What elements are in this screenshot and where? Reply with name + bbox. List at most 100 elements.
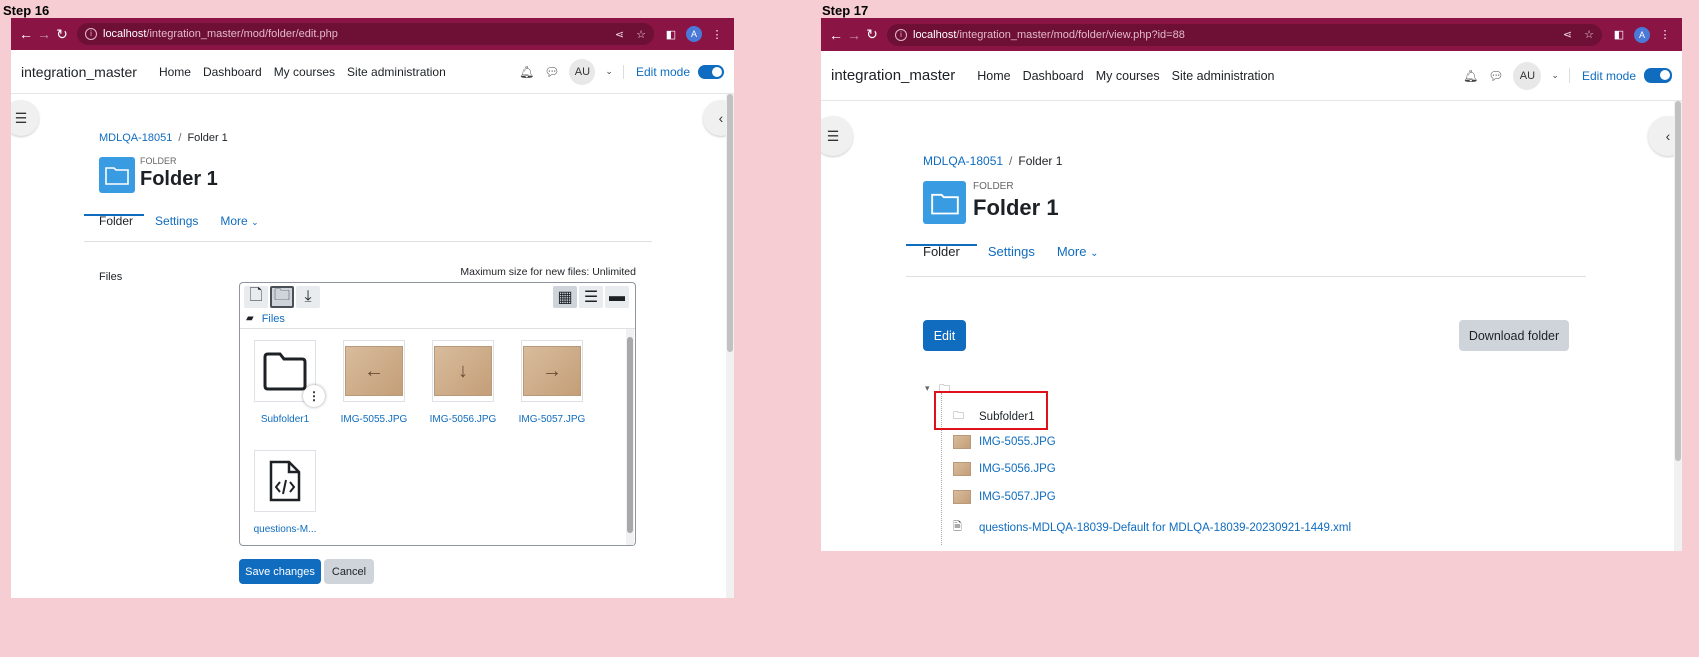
image-thumbnail: ←: [343, 340, 405, 402]
site-info-icon[interactable]: i: [895, 28, 907, 41]
nav-home[interactable]: Home: [977, 69, 1010, 83]
step-label: Step 16: [3, 3, 50, 18]
files-label: Files: [99, 271, 123, 283]
star-icon[interactable]: ☆: [636, 28, 646, 41]
file-item-image[interactable]: ← IMG-5055.JPG: [334, 340, 414, 425]
file-item-xml[interactable]: questions-M...: [245, 450, 325, 535]
tree-item-image[interactable]: IMG-5057.JPG: [953, 490, 1056, 504]
nav-dashboard[interactable]: Dashboard: [203, 65, 262, 79]
edit-mode-toggle[interactable]: Edit mode: [1568, 68, 1672, 83]
profile-avatar[interactable]: A: [1634, 26, 1650, 43]
grid-view-icon[interactable]: ▦: [553, 286, 577, 308]
back-icon[interactable]: ←: [17, 26, 35, 42]
edit-mode-toggle[interactable]: Edit mode: [622, 64, 724, 79]
share-icon[interactable]: ⋖: [1563, 28, 1572, 41]
tree-item-label[interactable]: IMG-5056.JPG: [979, 463, 1056, 475]
reload-icon[interactable]: ↻: [863, 26, 881, 43]
edit-button[interactable]: Edit: [923, 320, 966, 351]
chat-icon[interactable]: 💬︎: [1488, 69, 1503, 83]
image-thumbnail: [953, 490, 971, 504]
menu-icon[interactable]: ⋮: [706, 28, 728, 41]
tab-more[interactable]: More ⌄: [209, 214, 269, 241]
download-icon[interactable]: ⤓: [296, 286, 320, 308]
site-name[interactable]: integration_master: [831, 67, 955, 84]
bell-icon[interactable]: 🔔︎: [519, 65, 534, 79]
site-info-icon[interactable]: i: [85, 28, 97, 40]
file-item-image[interactable]: → IMG-5057.JPG: [512, 340, 592, 425]
secondary-nav: Folder Settings More ⌄: [84, 214, 652, 242]
page-title: Folder 1: [973, 195, 1059, 220]
user-avatar[interactable]: AU: [569, 58, 596, 85]
tab-folder[interactable]: Folder: [906, 244, 977, 277]
secondary-nav: Folder Settings More ⌄: [906, 244, 1586, 277]
address-bar[interactable]: i localhost/integration_master/mod/folde…: [887, 23, 1602, 46]
course-index-button[interactable]: ☰: [821, 116, 853, 156]
list-view-icon[interactable]: ☰: [579, 286, 603, 308]
url-host: localhost: [103, 28, 147, 40]
more-options-icon[interactable]: ⋮: [303, 385, 325, 407]
chevron-down-icon[interactable]: ⌄: [605, 66, 613, 77]
chevron-left-icon: ‹: [718, 110, 724, 126]
profile-avatar[interactable]: A: [686, 26, 702, 42]
nav-dashboard[interactable]: Dashboard: [1023, 69, 1084, 83]
side-panel-icon[interactable]: ◧: [1608, 28, 1630, 41]
tree-item-label[interactable]: IMG-5057.JPG: [979, 491, 1056, 503]
tree-view-icon[interactable]: ▬: [605, 286, 629, 308]
menu-icon[interactable]: ⋮: [1654, 28, 1676, 41]
forward-icon[interactable]: →: [35, 26, 53, 42]
tree-item-image[interactable]: IMG-5056.JPG: [953, 462, 1056, 476]
user-avatar[interactable]: AU: [1513, 61, 1542, 90]
tree-item-image[interactable]: IMG-5055.JPG: [953, 435, 1056, 449]
create-folder-icon[interactable]: 🗀︎: [270, 286, 294, 308]
download-folder-button[interactable]: Download folder: [1459, 320, 1569, 351]
page-scrollbar[interactable]: [1674, 101, 1682, 551]
save-button[interactable]: Save changes: [239, 559, 321, 584]
reload-icon[interactable]: ↻: [53, 26, 71, 43]
add-file-icon[interactable]: 🗋︎: [244, 286, 268, 308]
nav-home[interactable]: Home: [159, 65, 191, 79]
chat-icon[interactable]: 💬︎: [544, 65, 559, 79]
side-panel-icon[interactable]: ◧: [660, 28, 682, 41]
file-item-subfolder[interactable]: Subfolder1 ⋮: [245, 340, 325, 425]
breadcrumb-course[interactable]: MDLQA-18051: [923, 154, 1003, 168]
browser-toolbar: ← → ↻ i localhost/integration_master/mod…: [11, 18, 734, 50]
forward-icon[interactable]: →: [845, 27, 863, 43]
toggle-switch[interactable]: [1644, 68, 1672, 83]
image-thumbnail: →: [521, 340, 583, 402]
breadcrumb: MDLQA-18051/Folder 1: [923, 154, 1063, 168]
bell-icon[interactable]: 🔔︎: [1463, 69, 1478, 83]
breadcrumb-course[interactable]: MDLQA-18051: [99, 132, 172, 144]
folder-activity-icon: [99, 157, 135, 193]
file-name: questions-M...: [253, 524, 317, 535]
tree-root-toggle[interactable]: ▾: [925, 383, 930, 394]
breadcrumb-current: Folder 1: [1018, 154, 1063, 168]
toggle-switch[interactable]: [698, 64, 724, 79]
nav-site-administration[interactable]: Site administration: [1172, 69, 1275, 83]
course-index-button[interactable]: ☰: [11, 100, 39, 136]
address-bar[interactable]: i localhost/integration_master/mod/folde…: [77, 23, 654, 45]
nav-my-courses[interactable]: My courses: [274, 65, 335, 79]
page-scrollbar[interactable]: [726, 94, 734, 598]
highlight-box: [934, 391, 1048, 430]
nav-my-courses[interactable]: My courses: [1096, 69, 1160, 83]
nav-site-administration[interactable]: Site administration: [347, 65, 446, 79]
path-files-link[interactable]: Files: [262, 313, 285, 325]
file-name: IMG-5056.JPG: [429, 414, 497, 425]
tree-item-label[interactable]: questions-MDLQA-18039-Default for MDLQA-…: [979, 522, 1351, 534]
file-manager-scrollbar[interactable]: [626, 329, 634, 545]
tab-settings[interactable]: Settings: [144, 214, 209, 241]
star-icon[interactable]: ☆: [1584, 28, 1594, 41]
tab-settings[interactable]: Settings: [977, 244, 1046, 276]
file-item-image[interactable]: ↓ IMG-5056.JPG: [423, 340, 503, 425]
tree-item-label[interactable]: IMG-5055.JPG: [979, 436, 1056, 448]
list-icon: ☰: [14, 109, 28, 126]
share-icon[interactable]: ⋖: [615, 28, 624, 41]
site-name[interactable]: integration_master: [21, 64, 137, 80]
url-host: localhost: [913, 28, 957, 41]
tab-folder[interactable]: Folder: [84, 214, 145, 242]
tree-item-xml[interactable]: 🗎︎ questions-MDLQA-18039-Default for MDL…: [953, 518, 1351, 537]
tab-more[interactable]: More ⌄: [1046, 244, 1110, 276]
cancel-button[interactable]: Cancel: [324, 559, 374, 584]
chevron-down-icon[interactable]: ⌄: [1551, 70, 1559, 81]
back-icon[interactable]: ←: [827, 27, 845, 43]
